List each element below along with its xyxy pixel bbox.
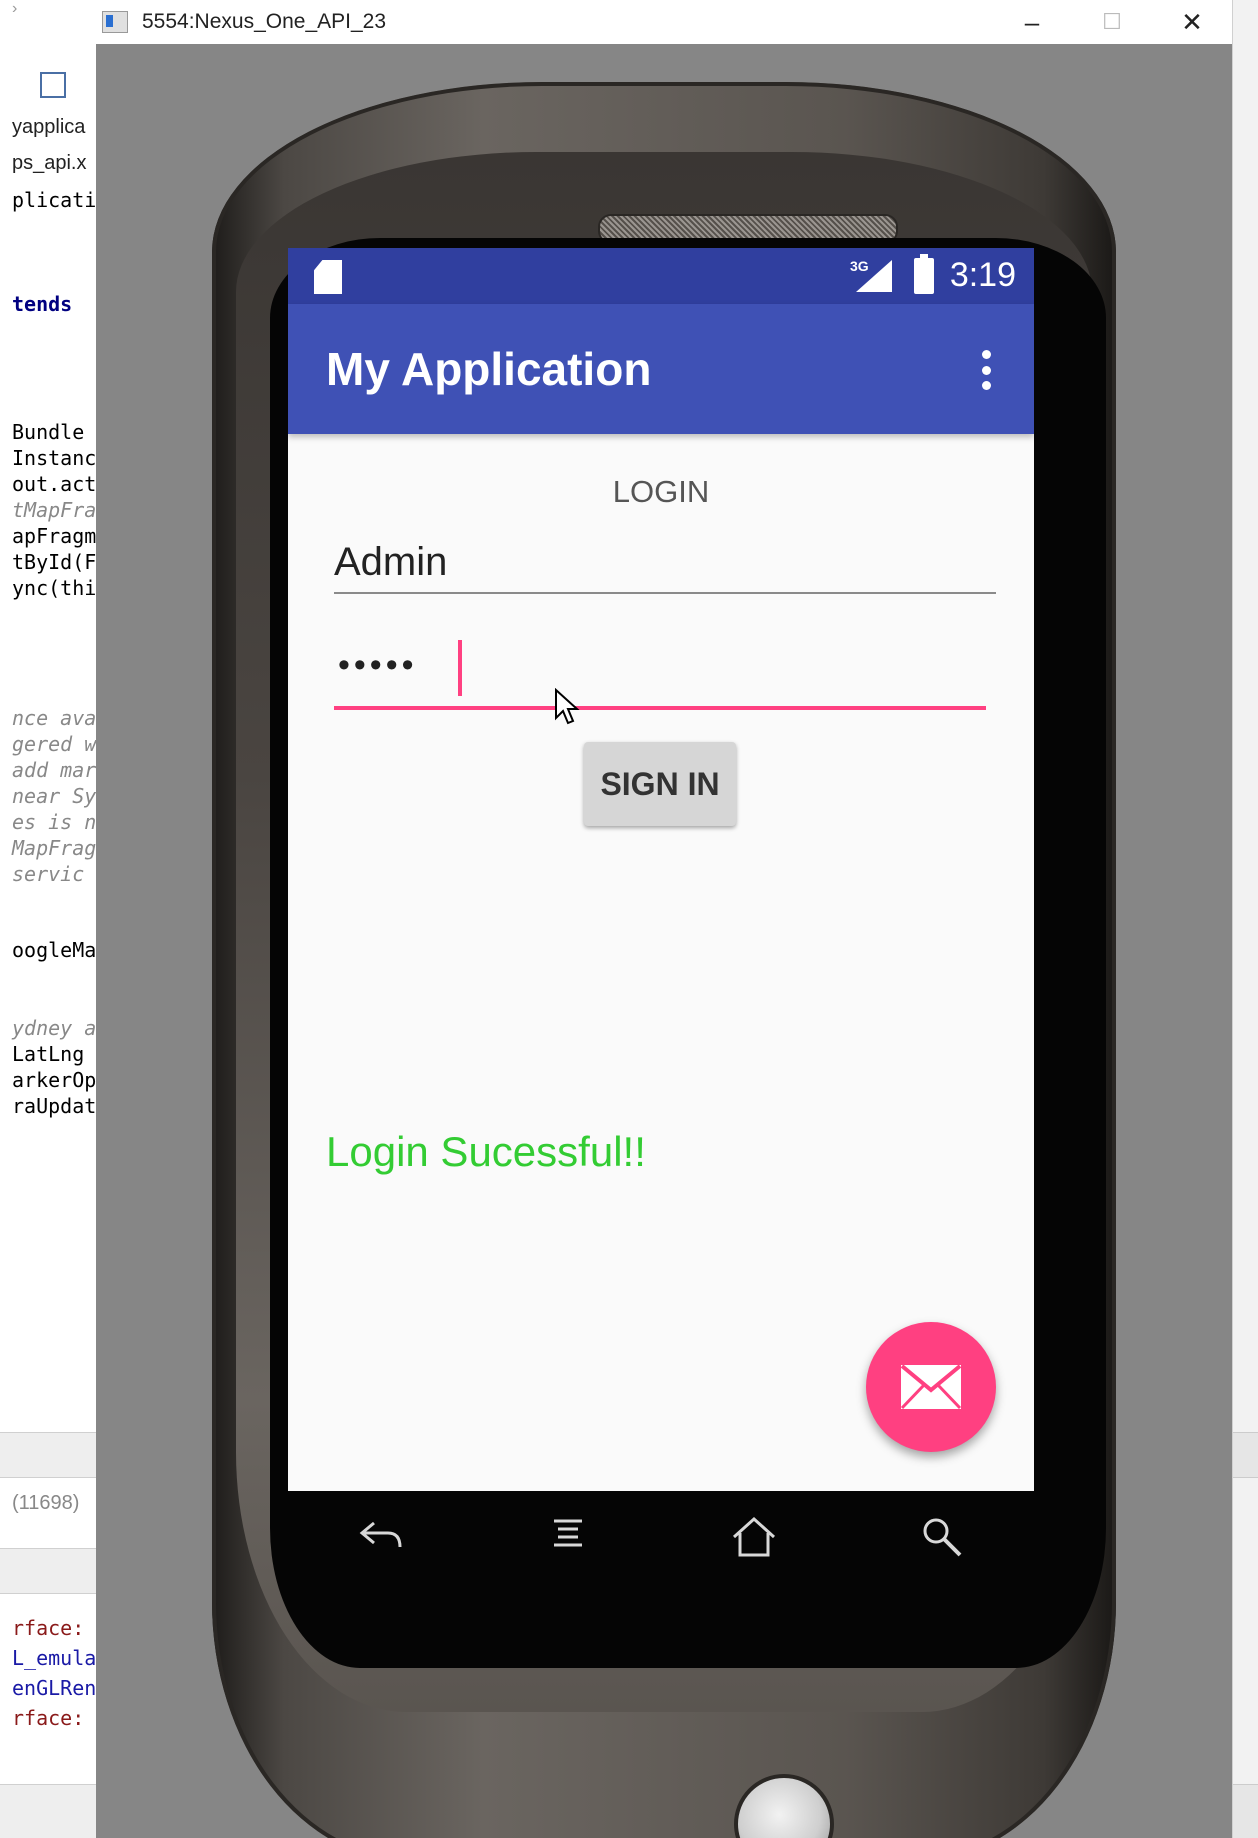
login-heading: LOGIN [612,474,710,509]
app-title: My Application [326,343,652,395]
ide-file-tab[interactable]: ps_api.x [12,152,87,175]
code-line: ync(thi [12,576,97,600]
log-line: rface: [12,1706,85,1730]
status-bar: 3G 3:19 [288,248,1034,304]
code-line: oogleMa [12,938,97,962]
maximize-button[interactable]: ☐ [1072,0,1152,44]
signal-icon [856,260,892,292]
mail-icon [900,1364,962,1410]
battery-icon [914,254,934,294]
code-comment: ydney a [12,1016,97,1040]
logcat-pid: (11698) [12,1492,80,1514]
emulator-titlebar[interactable]: 5554:Nexus_One_API_23 – ☐ ✕ [96,0,1232,44]
minimize-button[interactable]: – [992,0,1072,44]
code-line: tMapFra [12,498,97,522]
code-comment: gered w [12,732,97,756]
more-vert-icon[interactable] [982,350,992,390]
window-controls: – ☐ ✕ [992,0,1232,44]
code-comment: es is n [12,810,97,834]
code-comment: add mar [12,758,97,782]
password-masked-value: ••••• [338,646,418,684]
emulator-app-icon [102,11,128,33]
code-line: plicati [12,188,97,212]
home-icon[interactable] [730,1515,778,1559]
structure-icon[interactable] [40,72,66,98]
ide-file-tab[interactable]: yapplica [12,116,85,139]
close-button[interactable]: ✕ [1152,0,1232,44]
search-icon[interactable] [920,1515,964,1559]
text-caret [458,640,462,696]
log-line: rface: [12,1616,85,1640]
floating-action-button[interactable] [866,1322,996,1452]
code-line: raUpdat [12,1094,97,1118]
code-comment: nce ava [12,706,97,730]
app-toolbar: My Application [288,304,1034,434]
code-line: Bundle [12,420,85,444]
ide-panel-divider [1233,1432,1258,1478]
code-comment: MapFrag [12,836,97,860]
mouse-cursor-icon [555,688,580,725]
code-line: LatLng [12,1042,85,1066]
emulator-window-title: 5554:Nexus_One_API_23 [142,10,387,33]
menu-icon[interactable] [548,1515,588,1555]
ide-status-bar [1233,1784,1258,1838]
log-line: enGLRen [12,1676,97,1700]
device-screen: 3G 3:19 My Application LOGIN ••••• SIGN … [288,248,1034,1491]
status-clock: 3:19 [949,256,1016,294]
ide-panel-divider [0,1548,96,1594]
ide-right-gutter [1232,0,1258,1838]
code-comment: near Sy [12,784,97,808]
code-line: out.act [12,472,97,496]
login-result-message: Login Sucessful!! [326,1128,646,1175]
code-line: tends [12,292,73,316]
username-input[interactable] [334,532,996,594]
log-line: L_emula [12,1646,97,1670]
sign-in-button[interactable]: SIGN IN [584,742,736,826]
trackball-button[interactable] [734,1774,834,1838]
ide-status-bar [0,1784,96,1838]
code-line: tById(F [12,550,97,574]
password-input[interactable]: ••••• [334,640,986,710]
code-line: arkerOp [12,1068,97,1092]
ide-tab-fragment: › [12,0,18,17]
code-line: Instanc [12,446,97,470]
code-line: apFragm [12,524,97,548]
ide-panel-divider [0,1432,96,1478]
ide-editor-background: › yapplica ps_api.x plicati tends Bundle… [0,0,97,1838]
back-icon[interactable] [358,1515,406,1555]
sd-card-icon [314,260,342,294]
code-comment: servic [12,862,85,886]
